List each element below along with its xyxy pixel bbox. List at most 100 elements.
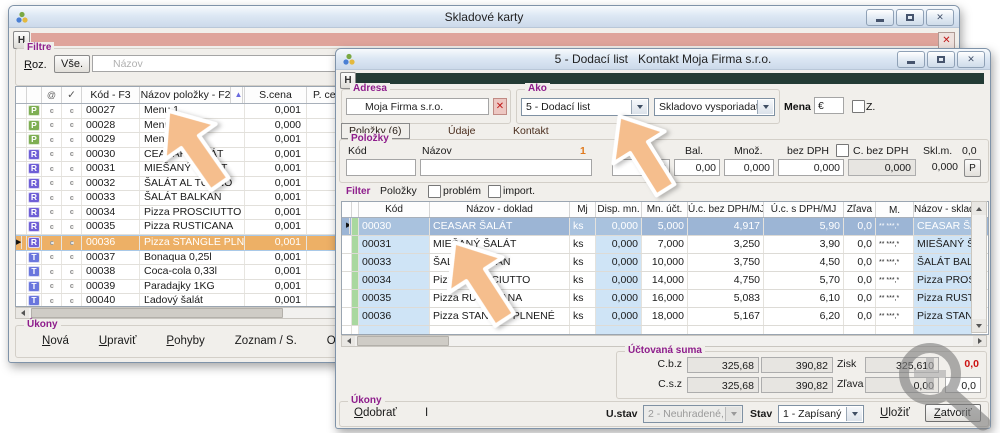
col-zlava[interactable]: Zľava (844, 202, 876, 217)
type-badge: R (28, 178, 40, 189)
doc-type-select[interactable]: 5 - Dodací list (521, 98, 649, 116)
col-sprice[interactable]: S.cena (245, 87, 307, 103)
minimize-button[interactable] (897, 51, 925, 68)
ako-group-label: Ako (525, 83, 550, 95)
ulozit-button[interactable]: Uložiť (880, 407, 910, 419)
dot-icon (70, 255, 74, 259)
dot-icon (50, 241, 54, 245)
clear-address-button[interactable]: ✕ (493, 98, 507, 115)
stav-select[interactable]: 1 - Zapísaný (778, 405, 864, 423)
vertical-scrollbar[interactable] (971, 201, 987, 333)
zatvorit-button[interactable]: Zatvoriť (925, 404, 981, 422)
type-badge: R (28, 163, 40, 174)
scrollbar-thumb[interactable] (31, 308, 283, 318)
scroll-down-icon[interactable] (972, 319, 986, 332)
nova-button[interactable]: Nová (42, 335, 69, 347)
mnoz-input[interactable] (724, 159, 774, 176)
filter-group-label: Filtre (24, 42, 54, 54)
settle-select[interactable]: Skladovo vysporiadať (654, 98, 775, 116)
table-row[interactable]: 00036Pizza STANGLE PLNENÉks0,00018,0005,… (342, 308, 988, 326)
zisk-label: Zisk (837, 358, 856, 370)
maximize-button[interactable] (927, 51, 955, 68)
problem-label: problém (443, 185, 481, 197)
table-row-selected[interactable]: ▶00030CEASAR ŠALÁTks0,0005,0004,9175,900… (342, 218, 988, 236)
col-code[interactable]: Kód - F3 (82, 87, 140, 103)
bal-label: Bal. (685, 145, 703, 157)
red-x-icon: ✕ (496, 101, 504, 112)
p-button[interactable]: P (964, 159, 981, 177)
titlebar[interactable]: 5 - Dodací list Kontakt Moja Firma s.r.o… (336, 49, 990, 70)
col-sklad[interactable]: Názov - sklad (914, 202, 972, 217)
scroll-left-icon[interactable] (342, 336, 355, 346)
scroll-right-icon[interactable] (973, 336, 986, 346)
stav-label: Stav (750, 408, 772, 420)
roz-button[interactable]: Roz. (24, 59, 47, 71)
col-ucs[interactable]: Ú.c. s DPH/MJ (764, 202, 844, 217)
table-row[interactable]: 00033ŠALÁT BALKANks0,00010,0003,7504,500… (342, 254, 988, 272)
scrollbar-thumb[interactable] (357, 336, 449, 346)
dot-icon (70, 270, 74, 274)
col-disp[interactable]: Disp. mn. (596, 202, 642, 217)
type-badge: R (28, 192, 40, 203)
col-m[interactable]: M. (876, 202, 914, 217)
table-row[interactable]: 00034Pizza PROSCIUTTOks0,00014,0004,7505… (342, 272, 988, 290)
bezdph-checkbox[interactable] (836, 144, 849, 157)
dot-icon (50, 210, 54, 214)
table-row[interactable]: 00031MIEŠANÝ ŠALÁTks0,0007,0003,2503,900… (342, 236, 988, 254)
address-group-label: Adresa (350, 83, 390, 95)
close-icon: ✕ (967, 55, 975, 64)
odobrat-button[interactable]: Odobrať (354, 407, 397, 419)
empty-row (342, 326, 988, 335)
ustav-select: 2 - Neuhradené, be: (643, 405, 743, 423)
nazov-input[interactable] (420, 159, 592, 176)
scroll-left-icon[interactable] (16, 308, 29, 318)
upravit-button[interactable]: Upraviť (99, 335, 137, 347)
vse-button[interactable]: Vše. (54, 55, 90, 73)
dot-icon (50, 270, 54, 274)
titlebar[interactable]: Skladové karty ✕ (9, 6, 959, 28)
zlava-input[interactable] (612, 159, 670, 176)
pohyby-button[interactable]: Pohyby (166, 335, 204, 347)
zlava-label: Zľava (622, 145, 648, 157)
cbz-value-2: 390,82 (761, 357, 833, 373)
close-button[interactable]: ✕ (957, 51, 985, 68)
bal-input[interactable] (674, 159, 720, 176)
minimize-button[interactable] (866, 9, 894, 26)
import-checkbox[interactable] (488, 185, 501, 198)
table-row[interactable]: 00035Pizza RUSTICANAks0,00016,0005,0836,… (342, 290, 988, 308)
scroll-up-icon[interactable] (972, 202, 986, 215)
col-mnuct[interactable]: Mn. účt. (642, 202, 688, 217)
dot-icon (50, 167, 54, 171)
dot-icon (70, 299, 74, 303)
cancel-filter-button[interactable]: ✕ (938, 32, 955, 49)
dot-icon (70, 123, 74, 127)
currency-input[interactable] (814, 97, 844, 114)
type-badge: R (28, 207, 40, 218)
tab-udaje[interactable]: Údaje (448, 125, 475, 137)
tab-kontakt[interactable]: Kontakt (513, 125, 549, 137)
col-ucbez[interactable]: Ú.c. bez DPH/MJ (688, 202, 764, 217)
bezdph-input[interactable] (778, 159, 844, 176)
table-header[interactable]: Kód Názov - doklad Mj Disp. mn. Mn. účt.… (342, 202, 988, 218)
z-checkbox[interactable] (852, 100, 865, 113)
filter-polozky-label: Položky (380, 185, 417, 197)
col-mj[interactable]: Mj (570, 202, 596, 217)
chevron-down-icon (846, 407, 862, 421)
address-input[interactable] (346, 98, 489, 115)
col-kod[interactable]: Kód (359, 202, 430, 217)
kod-input[interactable] (346, 159, 416, 176)
dot-icon (50, 225, 54, 229)
maximize-button[interactable] (896, 9, 924, 26)
chevron-down-icon (631, 100, 647, 114)
dot-icon (70, 167, 74, 171)
problem-checkbox[interactable] (428, 185, 441, 198)
highlight-bar (356, 73, 984, 84)
window-title: Skladové karty (445, 10, 524, 24)
sums-group: Účtovaná suma C.b.z 325,68 390,82 Zisk 3… (616, 351, 987, 399)
csz-label: C.s.z (637, 378, 682, 390)
close-button[interactable]: ✕ (926, 9, 954, 26)
zoznam-button[interactable]: Zoznam / S. (235, 335, 297, 347)
col-nazov[interactable]: Názov - doklad (430, 202, 570, 217)
cbz-label: C.b.z (637, 358, 682, 370)
actions-group-label: Úkony (24, 319, 61, 331)
